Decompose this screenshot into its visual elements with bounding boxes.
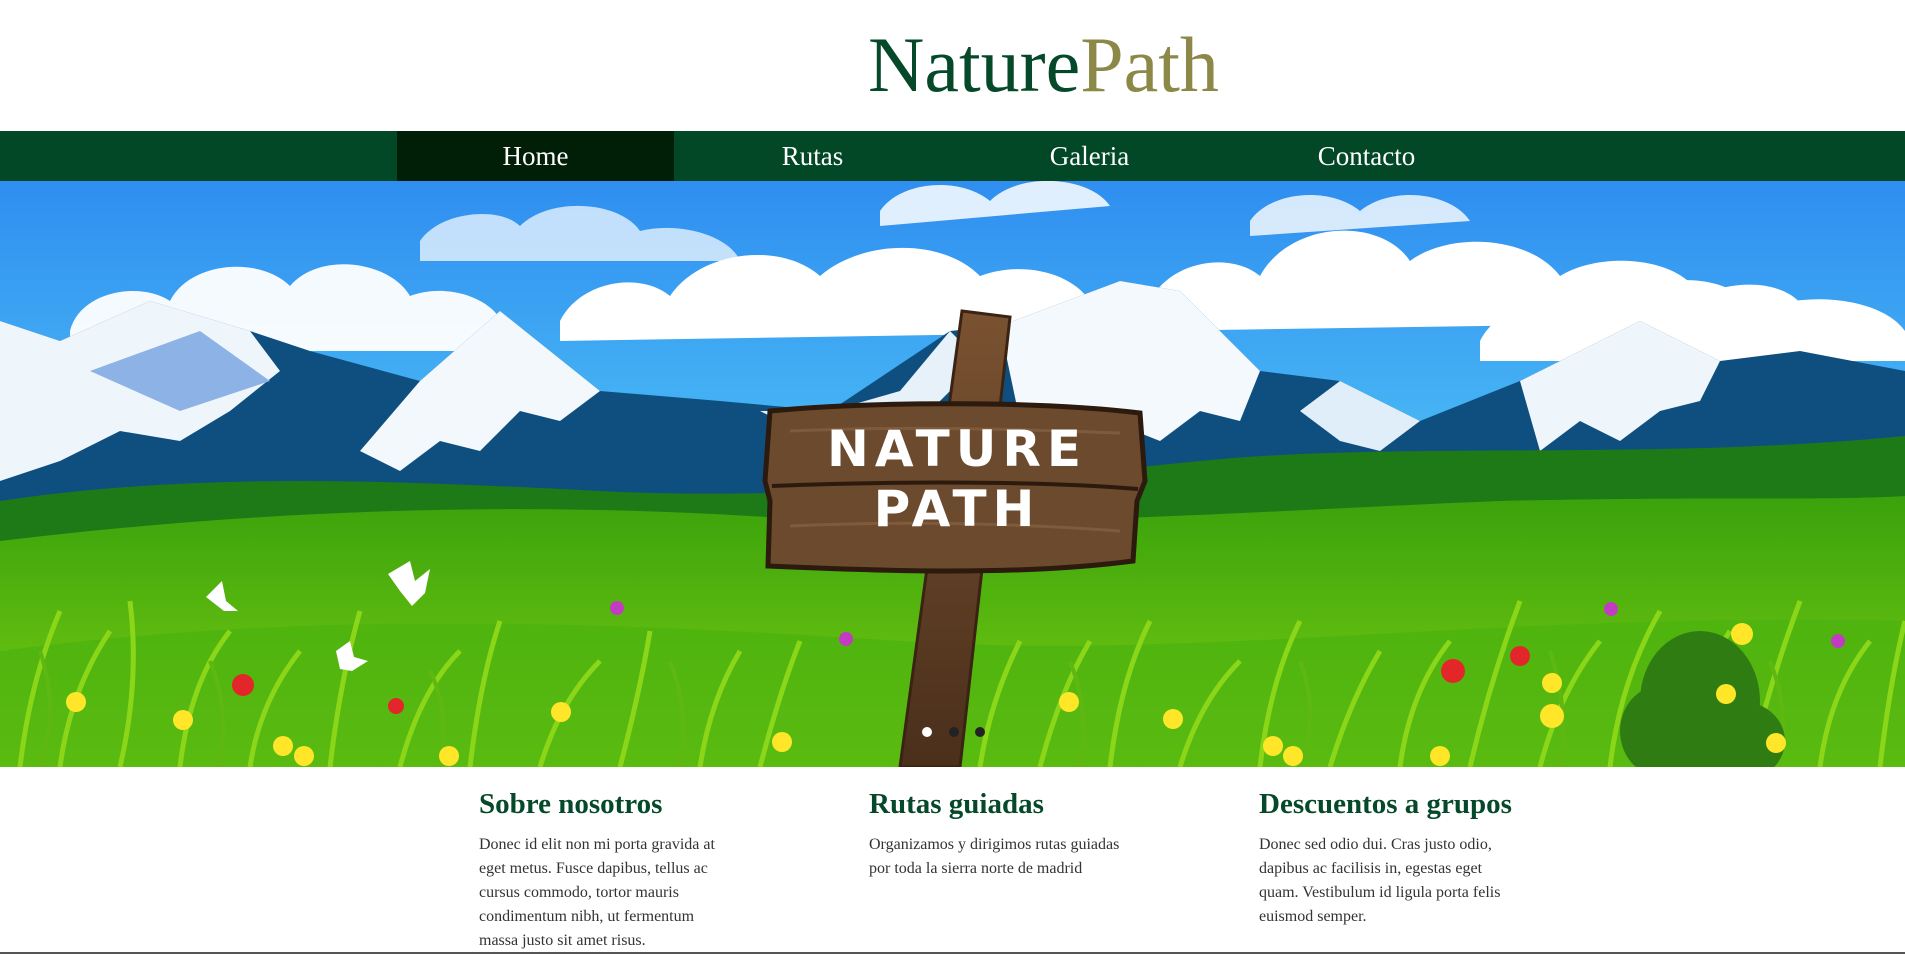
feature-text: Donec id elit non mi porta gravida at eg… <box>479 836 715 949</box>
carousel-dot-3[interactable] <box>975 727 985 737</box>
sign-text-line1: NATURE <box>827 420 1087 478</box>
site-logo[interactable]: NaturePath <box>868 20 1219 110</box>
page: NaturePath Home Rutas Galeria Contacto N… <box>0 0 1905 954</box>
nav-item-home[interactable]: Home <box>397 131 674 181</box>
feature-text: Organizamos y dirigimos rutas guiadas po… <box>869 836 1120 877</box>
nav-item-contacto[interactable]: Contacto <box>1228 131 1505 181</box>
feature-title: Descuentos a grupos <box>1259 788 1512 820</box>
feature-title: Sobre nosotros <box>479 788 663 820</box>
feature-title: Rutas guiadas <box>869 788 1044 820</box>
carousel-dot-1[interactable] <box>922 727 932 737</box>
sign-text-line2: PATH <box>874 480 1041 538</box>
carousel-dot-2[interactable] <box>949 727 959 737</box>
logo-part-path: Path <box>1080 21 1219 108</box>
nav-item-galeria[interactable]: Galeria <box>951 131 1228 181</box>
main-nav: Home Rutas Galeria Contacto <box>0 131 1905 181</box>
feature-rutas-guiadas: Rutas guiadas Organizamos y dirigimos ru… <box>869 787 1139 881</box>
feature-text: Donec sed odio dui. Cras justo odio, dap… <box>1259 836 1501 925</box>
nav-item-rutas[interactable]: Rutas <box>674 131 951 181</box>
feature-descuentos-grupos: Descuentos a grupos Donec sed odio dui. … <box>1259 787 1529 929</box>
hero-illustration: NATURE PATH <box>0 181 1905 767</box>
site-header: NaturePath <box>0 0 1905 131</box>
feature-sobre-nosotros: Sobre nosotros Donec id elit non mi port… <box>479 787 749 953</box>
logo-part-nature: Nature <box>868 21 1081 108</box>
hero-carousel[interactable]: NATURE PATH <box>0 181 1905 767</box>
features-section: Sobre nosotros Donec id elit non mi port… <box>0 767 1905 954</box>
